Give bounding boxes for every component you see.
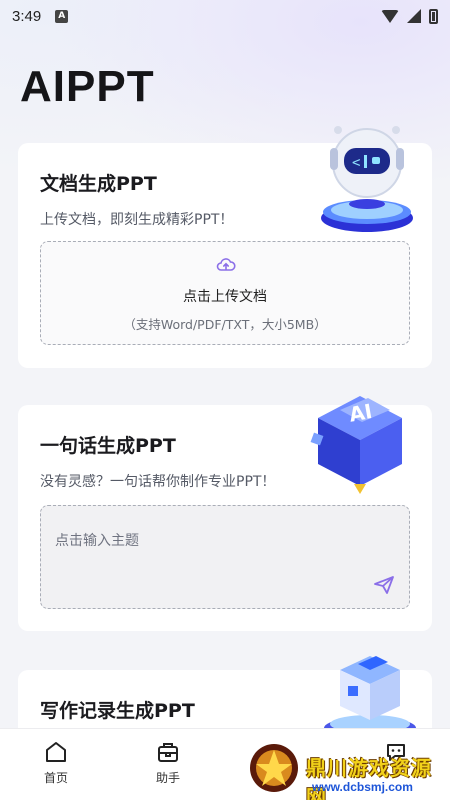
ai-cube-illustration: AI [310,396,402,494]
svg-text:<: < [352,155,360,171]
doc-card-subtitle: 上传文档，即刻生成精彩PPT！ [40,212,234,228]
watermark-logo [250,744,298,792]
send-icon[interactable] [373,575,395,595]
wifi-icon [381,9,399,23]
page-title: AIPPT [20,62,155,111]
upload-label: 点击上传文档 [183,289,267,305]
upload-hint: （支持Word/PDF/TXT，大小5MB） [123,317,327,332]
status-icons [381,8,438,24]
topic-placeholder: 点击输入主题 [55,533,139,549]
watermark: 鼎川游戏资源网 www.dcbsmj.com [248,738,450,800]
svg-text:AI: AI [347,399,374,427]
home-icon [46,742,66,762]
nav-label-home: 首页 [43,771,68,785]
upload-document-zone[interactable]: 点击上传文档 （支持Word/PDF/TXT，大小5MB） [40,241,410,345]
status-time: 3:49 [12,7,42,25]
a-icon: A [55,9,69,23]
doc-card-title: 文档生成PPT [40,173,157,195]
cloud-upload-icon [216,258,236,271]
sentence-card-subtitle: 没有灵感？一句话帮你制作专业PPT！ [40,474,276,490]
nav-item-assistant[interactable]: 助手 [138,739,198,786]
nav-label-assistant: 助手 [155,771,180,785]
nav-item-home[interactable]: 首页 [26,739,86,786]
topic-input[interactable]: 点击输入主题 [40,505,410,609]
blocks-illustration [324,656,416,739]
watermark-url: www.dcbsmj.com [312,780,413,794]
toolbox-icon [158,743,178,762]
robot-illustration: < [321,126,413,232]
sentence-card-title: 一句话生成PPT [40,435,176,457]
notes-card-title: 写作记录生成PPT [40,700,195,722]
battery-icon [429,8,438,24]
status-bar: 3:49 A [0,0,450,32]
signal-icon [407,9,421,23]
